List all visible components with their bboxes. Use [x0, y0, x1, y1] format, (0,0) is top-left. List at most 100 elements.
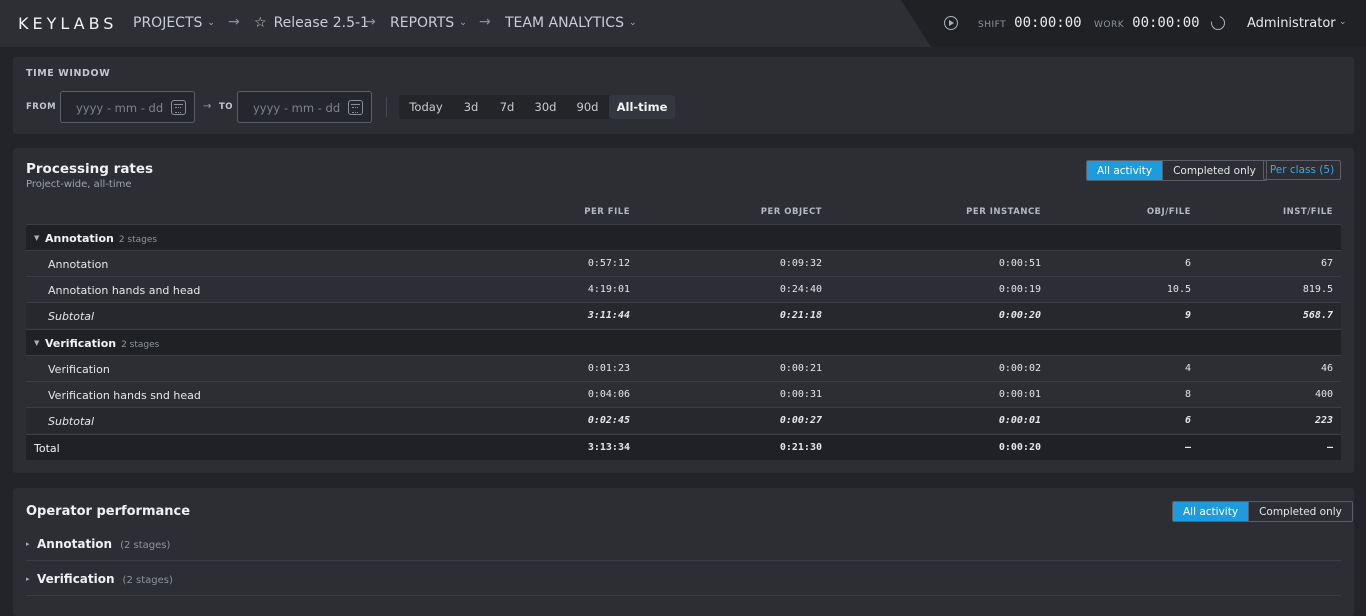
to-date-placeholder: yyyy - mm - dd: [253, 101, 341, 115]
nav-team-analytics[interactable]: TEAM ANALYTICS ⌄: [505, 15, 637, 31]
time-window-panel: TIME WINDOW FROM yyyy - mm - dd → TO yyy…: [13, 57, 1354, 134]
operator-performance-title: Operator performance: [26, 504, 191, 519]
inst-file-cell: 46: [1320, 363, 1333, 374]
play-icon[interactable]: [944, 16, 958, 30]
operator-performance-panel: Operator performance All activity Comple…: [13, 488, 1354, 616]
shift-time: 00:00:00: [1014, 15, 1082, 31]
per-object-cell: 0:24:40: [779, 284, 822, 295]
per-instance-cell: 0:00:20: [998, 310, 1041, 321]
inst-file-cell: 400: [1314, 389, 1333, 400]
calendar-icon[interactable]: [348, 100, 363, 115]
obj-file-cell: 10.5: [1166, 284, 1191, 295]
per-file-cell: 3:11:44: [587, 310, 630, 321]
obj-file-cell: 9: [1184, 310, 1191, 321]
caret-right-icon[interactable]: ▸: [26, 540, 30, 548]
operator-group-verification[interactable]: ▸ Verification (2 stages): [26, 561, 1341, 596]
per-file-cell: 0:01:23: [587, 363, 630, 374]
caret-down-icon[interactable]: ▼: [34, 339, 39, 347]
nav-reports[interactable]: REPORTS ⌄: [390, 15, 467, 31]
inst-file-cell: –: [1326, 442, 1333, 453]
per-object-cell: 0:21:30: [779, 442, 822, 453]
group-name: Verification: [45, 337, 117, 350]
range-7d[interactable]: 7d: [489, 95, 525, 119]
shift-label: SHIFT: [978, 20, 1007, 30]
completed-only-button[interactable]: Completed only: [1248, 502, 1352, 521]
per-instance-cell: 0:00:19: [998, 284, 1041, 295]
nav-release[interactable]: ☆ Release 2.5-1: [254, 15, 369, 31]
time-window-title: TIME WINDOW: [26, 68, 111, 79]
per-file-cell: 0:04:06: [587, 389, 630, 400]
per-file-cell: 0:57:12: [587, 258, 630, 269]
group-name: Annotation: [45, 232, 114, 245]
work-time: 00:00:00: [1132, 15, 1200, 31]
per-file-cell: 3:13:34: [587, 442, 630, 453]
group-row-annotation[interactable]: ▼ Annotation 2 stages: [26, 224, 1341, 250]
arrow-right-icon: →: [479, 14, 491, 30]
group-row-verification[interactable]: ▼ Verification 2 stages: [26, 329, 1341, 355]
column-header: PER INSTANCE: [966, 207, 1041, 217]
range-today[interactable]: Today: [399, 95, 453, 119]
inst-file-cell: 819.5: [1302, 284, 1333, 295]
table-row: Verification 0:01:23 0:00:21 0:00:02 4 4…: [26, 355, 1341, 381]
per-object-cell: 0:09:32: [779, 258, 822, 269]
logo[interactable]: KEYLABS: [18, 14, 117, 33]
from-date-placeholder: yyyy - mm - dd: [76, 101, 164, 115]
subtotal-row: Subtotal 3:11:44 0:21:18 0:00:20 9 568.7: [26, 302, 1341, 328]
operator-group-annotation[interactable]: ▸ Annotation (2 stages): [26, 526, 1341, 561]
inst-file-cell: 223: [1314, 415, 1333, 426]
activity-toggle: All activity Completed only: [1172, 501, 1353, 522]
stage-count: 2 stages: [118, 235, 158, 245]
stage-count: (2 stages): [120, 540, 171, 551]
inst-file-cell: 568.7: [1302, 310, 1333, 321]
work-timer: WORK 00:00:00: [1094, 15, 1200, 31]
user-menu[interactable]: Administrator: [1247, 16, 1336, 31]
row-name: Verification hands snd head: [48, 389, 201, 402]
chevron-down-icon[interactable]: ⌄: [1339, 17, 1347, 27]
moon-icon[interactable]: [1210, 13, 1225, 30]
per-class-button[interactable]: Per class (5): [1263, 160, 1341, 180]
column-header: OBJ/FILE: [1146, 207, 1191, 217]
calendar-icon[interactable]: [171, 100, 186, 115]
activity-toggle: All activity Completed only: [1086, 160, 1267, 181]
row-name: Subtotal: [48, 415, 95, 428]
shift-timer: SHIFT 00:00:00: [978, 15, 1082, 31]
obj-file-cell: 6: [1184, 415, 1191, 426]
nav-team-analytics-label: TEAM ANALYTICS: [505, 15, 624, 31]
stage-count: (2 stages): [122, 575, 173, 586]
column-header: INST/FILE: [1283, 207, 1333, 217]
nav-projects[interactable]: PROJECTS ⌄: [133, 15, 215, 31]
work-label: WORK: [1094, 20, 1125, 30]
from-date-input[interactable]: yyyy - mm - dd: [60, 91, 195, 123]
row-name: Total: [34, 442, 60, 455]
all-activity-button[interactable]: All activity: [1173, 502, 1249, 521]
all-activity-button[interactable]: All activity: [1087, 161, 1163, 180]
group-name: Annotation: [37, 537, 113, 551]
obj-file-cell: 6: [1184, 258, 1191, 269]
range-90d[interactable]: 90d: [566, 95, 609, 119]
range-30d[interactable]: 30d: [525, 95, 566, 119]
from-label: FROM: [26, 102, 57, 112]
table-row: Annotation 0:57:12 0:09:32 0:00:51 6 67: [26, 250, 1341, 276]
table-row: Verification hands snd head 0:04:06 0:00…: [26, 381, 1341, 407]
table-row: Annotation hands and head 4:19:01 0:24:4…: [26, 276, 1341, 302]
subtotal-row: Subtotal 0:02:45 0:00:27 0:00:01 6 223: [26, 407, 1341, 433]
caret-right-icon[interactable]: ▸: [26, 575, 30, 583]
per-object-cell: 0:00:27: [779, 415, 822, 426]
row-name: Subtotal: [48, 310, 95, 323]
top-bar: KEYLABS PROJECTS ⌄ → ☆ Release 2.5-1 → R…: [0, 0, 1366, 47]
star-icon[interactable]: ☆: [254, 15, 267, 31]
to-date-input[interactable]: yyyy - mm - dd: [237, 91, 372, 123]
obj-file-cell: 8: [1184, 389, 1191, 400]
table-header: PER FILE PER OBJECT PER INSTANCE OBJ/FIL…: [26, 207, 1341, 222]
chevron-down-icon: ⌄: [628, 18, 637, 28]
nav-projects-label: PROJECTS: [133, 15, 203, 31]
caret-down-icon[interactable]: ▼: [34, 234, 39, 242]
range-3d[interactable]: 3d: [453, 95, 489, 119]
processing-rates-title: Processing rates: [26, 161, 154, 177]
range-selector: Today 3d 7d 30d 90d All-time: [399, 95, 675, 119]
arrow-right-icon: →: [228, 14, 240, 30]
completed-only-button[interactable]: Completed only: [1162, 161, 1266, 180]
to-label: TO: [219, 102, 234, 112]
range-all-time[interactable]: All-time: [609, 95, 675, 119]
inst-file-cell: 67: [1320, 258, 1333, 269]
